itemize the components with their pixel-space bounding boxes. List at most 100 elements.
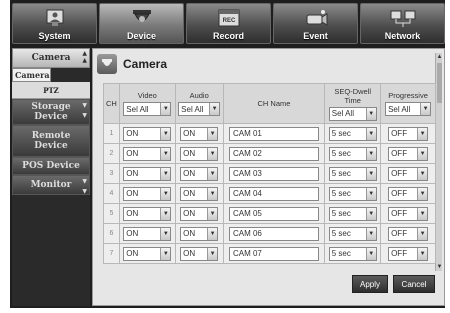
video-select[interactable]: ON ▼	[123, 126, 172, 141]
tab-record[interactable]: REC Record	[186, 3, 271, 44]
select-value: 5 sec	[331, 209, 351, 218]
collapse-up-icon: ▲ ▲	[82, 50, 87, 64]
network-computers-icon	[390, 10, 415, 27]
chevron-down-icon: ▼	[207, 127, 218, 140]
chevron-down-icon: ▼	[207, 247, 218, 260]
select-value: ON	[183, 149, 196, 158]
scroll-thumb[interactable]	[437, 63, 442, 103]
ch-name-cell: CAM 07	[222, 243, 326, 264]
chevron-down-icon: ▼	[207, 187, 218, 200]
audio-cell: ON ▼	[174, 143, 224, 164]
channel-name-input[interactable]: CAM 07	[228, 246, 319, 261]
seq-dwell-select[interactable]: 5 sec ▼	[328, 146, 377, 161]
channel-name-input[interactable]: CAM 06	[228, 226, 319, 241]
sidebar-item-pos-device[interactable]: POS Device	[12, 157, 90, 175]
seq-dwell-select[interactable]: 5 sec ▼	[328, 126, 377, 141]
audio-select[interactable]: ON ▼	[180, 186, 219, 201]
progressive-select-all[interactable]: Sel All ▼	[385, 102, 432, 116]
scroll-up-icon[interactable]: ▲	[436, 53, 443, 61]
audio-select[interactable]: ON ▼	[180, 206, 219, 221]
sidebar-subitem-camera[interactable]: Camera	[12, 68, 51, 82]
progressive-select[interactable]: OFF ▼	[388, 226, 429, 241]
progressive-select[interactable]: OFF ▼	[388, 186, 429, 201]
audio-select[interactable]: ON ▼	[180, 166, 219, 181]
video-select[interactable]: ON ▼	[123, 206, 172, 221]
ch-name-cell: CAM 06	[222, 223, 326, 244]
select-value: Sel All	[388, 104, 411, 114]
sidebar-item-remote-device[interactable]: Remote Device	[12, 125, 90, 157]
channel-name-input[interactable]: CAM 03	[228, 166, 319, 181]
video-select[interactable]: ON ▼	[123, 146, 172, 161]
tab-event[interactable]: Event	[273, 3, 358, 44]
channel-name-input[interactable]: CAM 04	[228, 186, 319, 201]
apply-button[interactable]: Apply	[352, 275, 388, 293]
seq-dwell-select-all[interactable]: Sel All ▼	[328, 106, 377, 121]
tab-network[interactable]: Network	[360, 3, 445, 44]
camera-table: CH Video Sel All ▼ Audio Sel All ▼ CH Name…	[103, 83, 436, 264]
audio-select[interactable]: ON ▼	[180, 246, 219, 261]
progressive-select[interactable]: OFF ▼	[388, 246, 429, 261]
progressive-select[interactable]: OFF ▼	[388, 166, 429, 181]
table-row: 3 ON ▼ ON ▼ CAM 03 5 sec ▼ OFF ▼	[103, 163, 436, 184]
seq-dwell-select[interactable]: 5 sec ▼	[328, 166, 377, 181]
ch-name-cell: CAM 01	[222, 123, 326, 144]
progressive-cell: OFF ▼	[380, 243, 436, 264]
video-select[interactable]: ON ▼	[123, 246, 172, 261]
sidebar-subitem-ptz[interactable]: PTZ	[12, 82, 90, 99]
chevron-down-icon: ▼	[207, 207, 218, 220]
table-header-row: CH Video Sel All ▼ Audio Sel All ▼ CH Name…	[103, 83, 436, 124]
video-select[interactable]: ON ▼	[123, 166, 172, 181]
chevron-down-icon: ▼	[207, 147, 218, 160]
channel-name-input[interactable]: CAM 05	[228, 206, 319, 221]
audio-select[interactable]: ON ▼	[180, 146, 219, 161]
seq-dwell-cell: 5 sec ▼	[324, 123, 382, 144]
video-cell: ON ▼	[118, 163, 176, 184]
audio-select[interactable]: ON ▼	[180, 126, 219, 141]
sidebar-item-monitor[interactable]: Monitor ▼ ▼	[12, 175, 90, 195]
tab-system[interactable]: System	[12, 3, 97, 44]
page-title: Camera	[123, 57, 168, 71]
chevron-down-icon: ▼	[417, 167, 428, 180]
panel-title: Camera	[97, 53, 167, 75]
video-select[interactable]: ON ▼	[123, 186, 172, 201]
seq-dwell-cell: 5 sec ▼	[324, 183, 382, 204]
column-header-progressive: Progressive Sel All ▼	[380, 83, 436, 124]
seq-dwell-select[interactable]: 5 sec ▼	[328, 186, 377, 201]
sidebar-item-storage-device[interactable]: Storage Device ▼ ▼	[12, 99, 90, 125]
video-cell: ON ▼	[118, 223, 176, 244]
vertical-scrollbar[interactable]: ▲ ▼	[435, 53, 442, 271]
ch-name-cell: CAM 03	[222, 163, 326, 184]
seq-dwell-select[interactable]: 5 sec ▼	[328, 226, 377, 241]
select-value: OFF	[391, 129, 408, 138]
progressive-select[interactable]: OFF ▼	[388, 206, 429, 221]
cancel-button[interactable]: Cancel	[393, 275, 435, 293]
channel-name-input[interactable]: CAM 01	[228, 126, 319, 141]
progressive-select[interactable]: OFF ▼	[388, 146, 429, 161]
chevron-down-icon: ▼	[160, 147, 171, 160]
select-value: ON	[126, 189, 139, 198]
chevron-down-icon: ▼	[420, 103, 431, 115]
sidebar-item-label: Monitor	[30, 180, 72, 190]
video-select[interactable]: ON ▼	[123, 226, 172, 241]
dvr-menu-window: System Device REC Record Event Network C…	[10, 0, 445, 308]
select-value: ON	[126, 229, 139, 238]
record-film-icon: REC	[218, 9, 239, 27]
video-select-all[interactable]: Sel All ▼	[123, 102, 172, 116]
select-value: 5 sec	[331, 229, 351, 238]
audio-select-all[interactable]: Sel All ▼	[178, 102, 221, 116]
table-row: 4 ON ▼ ON ▼ CAM 04 5 sec ▼ OFF ▼	[103, 183, 436, 204]
seq-dwell-cell: 5 sec ▼	[324, 143, 382, 164]
audio-cell: ON ▼	[174, 123, 224, 144]
seq-dwell-select[interactable]: 5 sec ▼	[328, 246, 377, 261]
tab-device[interactable]: Device	[99, 3, 184, 44]
audio-select[interactable]: ON ▼	[180, 226, 219, 241]
seq-dwell-cell: 5 sec ▼	[324, 203, 382, 224]
progressive-cell: OFF ▼	[380, 123, 436, 144]
sidebar-section-camera[interactable]: Camera ▲ ▲	[12, 48, 90, 68]
progressive-select[interactable]: OFF ▼	[388, 126, 429, 141]
seq-dwell-select[interactable]: 5 sec ▼	[328, 206, 377, 221]
select-value: Sel All	[181, 104, 204, 114]
scroll-down-icon[interactable]: ▼	[436, 263, 443, 271]
channel-name-input[interactable]: CAM 02	[228, 146, 319, 161]
camera-icon	[97, 54, 117, 74]
